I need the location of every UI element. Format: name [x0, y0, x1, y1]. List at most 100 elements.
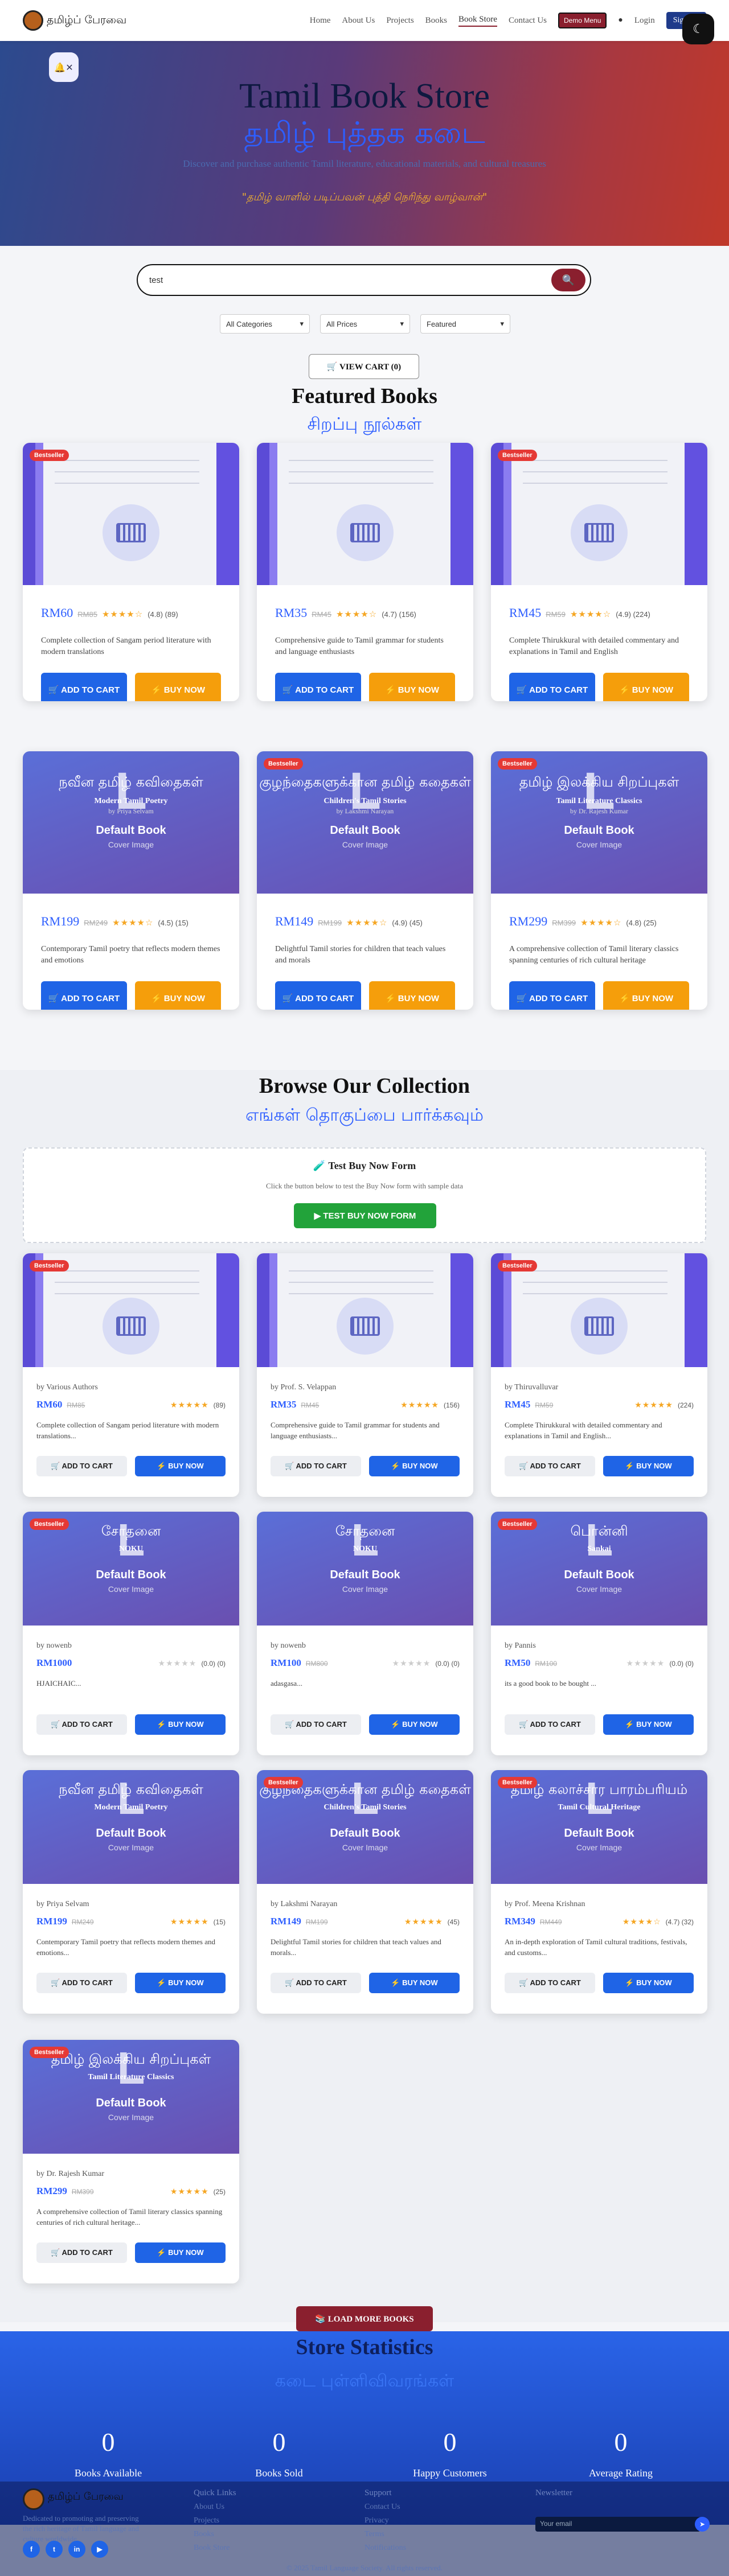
buy-now-button[interactable]: ⚡ BUY NOW: [135, 1714, 226, 1735]
cart-icon[interactable]: ●: [618, 16, 622, 25]
buy-now-button[interactable]: ⚡ BUY NOW: [369, 1973, 460, 1993]
nav-projects[interactable]: Projects: [386, 16, 413, 26]
add-to-cart-button[interactable]: 🛒 ADD TO CART: [505, 1456, 595, 1476]
book-cover[interactable]: L நவீன தமிழ் கவிதைகள் Modern Tamil Poetry b…: [23, 751, 239, 894]
cover-spine: [216, 443, 239, 585]
footer-link[interactable]: Projects: [194, 2514, 236, 2528]
buy-now-button[interactable]: ⚡ BUY NOW: [135, 1456, 226, 1476]
buy-now-button[interactable]: ⚡ BUY NOW: [603, 673, 689, 701]
add-to-cart-button[interactable]: 🛒 ADD TO CART: [36, 1973, 127, 1993]
buy-now-button[interactable]: ⚡ BUY NOW: [603, 1973, 694, 1993]
book-cover[interactable]: Bestseller: [23, 1253, 239, 1367]
add-to-cart-button[interactable]: 🛒 ADD TO CART: [505, 1973, 595, 1993]
add-to-cart-button[interactable]: 🛒 ADD TO CART: [275, 673, 361, 701]
featured-book-card: L நவீன தமிழ் கவிதைகள் Modern Tamil Poetry b…: [23, 751, 239, 1010]
book-cover[interactable]: Bestseller L குழந்தைகளுக்கான தமிழ் கதைகள் C…: [257, 1770, 473, 1884]
book-cover[interactable]: L சோதனை NOKU Default Book Cover Image: [257, 1512, 473, 1626]
book-cover[interactable]: Bestseller L தமிழ் இலக்கிய சிறப்புகள் Tamil…: [491, 751, 707, 894]
nav-contact[interactable]: Contact Us: [509, 16, 547, 26]
newsletter-email-input[interactable]: Your email: [535, 2517, 701, 2532]
add-to-cart-button[interactable]: 🛒 ADD TO CART: [36, 1456, 127, 1476]
buy-now-button[interactable]: ⚡ BUY NOW: [135, 981, 221, 1010]
book-cover[interactable]: Bestseller L குழந்தைகளுக்கான தமிழ் கதைகள் C…: [257, 751, 473, 894]
footer-link[interactable]: Privacy: [364, 2514, 406, 2528]
footer-link[interactable]: Notifications: [364, 2541, 406, 2555]
youtube-icon[interactable]: ▶: [91, 2541, 108, 2558]
nav-home[interactable]: Home: [310, 16, 331, 26]
cover-title-english: NOKU: [353, 1545, 377, 1553]
view-cart-button[interactable]: 🛒 VIEW CART (0): [309, 354, 419, 379]
footer-link[interactable]: Book Store: [194, 2541, 236, 2555]
book-cover[interactable]: [257, 1253, 473, 1367]
nav-book-store[interactable]: Book Store: [458, 15, 497, 27]
book-cover[interactable]: Bestseller: [491, 443, 707, 585]
add-to-cart-button[interactable]: 🛒 ADD TO CART: [509, 981, 595, 1010]
book-cover[interactable]: L நவீன தமிழ் கவிதைகள் Modern Tamil Poetry D…: [23, 1770, 239, 1884]
footer-link[interactable]: Books: [194, 2528, 236, 2541]
stat-happy-customers: 0 Happy Customers: [364, 2427, 535, 2479]
book-cover[interactable]: Bestseller L சோதனை NOKU Default Book Cover Im…: [23, 1512, 239, 1626]
add-to-cart-button[interactable]: 🛒 ADD TO CART: [271, 1714, 361, 1735]
nav-about[interactable]: About Us: [342, 16, 375, 26]
price-select[interactable]: All Prices ▾: [320, 314, 410, 334]
buy-now-button[interactable]: ⚡ BUY NOW: [135, 1973, 226, 1993]
twitter-icon[interactable]: t: [46, 2541, 63, 2558]
buy-now-button[interactable]: ⚡ BUY NOW: [603, 1456, 694, 1476]
buy-now-button[interactable]: ⚡ BUY NOW: [135, 2242, 226, 2263]
buy-now-button[interactable]: ⚡ BUY NOW: [369, 1714, 460, 1735]
book-cover[interactable]: Bestseller: [23, 443, 239, 585]
price: RM349: [505, 1916, 535, 1927]
footer-link[interactable]: Contact Us: [364, 2500, 406, 2514]
add-to-cart-button[interactable]: 🛒 ADD TO CART: [509, 673, 595, 701]
book-cover[interactable]: Bestseller L தமிழ் இலக்கிய சிறப்புகள் Tamil…: [23, 2040, 239, 2154]
buy-now-button[interactable]: ⚡ BUY NOW: [369, 981, 455, 1010]
add-to-cart-button[interactable]: 🛒 ADD TO CART: [36, 1714, 127, 1735]
add-to-cart-button[interactable]: 🛒 ADD TO CART: [271, 1456, 361, 1476]
book-description: Delightful Tamil stories for children th…: [275, 945, 446, 965]
footer-link[interactable]: Terms: [364, 2528, 406, 2541]
add-to-cart-button[interactable]: 🛒 ADD TO CART: [41, 673, 127, 701]
cover-image-label: Cover Image: [108, 1843, 154, 1852]
linkedin-icon[interactable]: in: [68, 2541, 85, 2558]
card-actions: 🛒 ADD TO CART ⚡ BUY NOW: [275, 981, 455, 1010]
nav-login[interactable]: Login: [634, 16, 655, 26]
cover-line: [55, 1293, 199, 1294]
book-icon: [103, 1298, 159, 1355]
sort-select[interactable]: Featured ▾: [420, 314, 510, 334]
cover-spine: [257, 443, 269, 585]
search-input[interactable]: [149, 275, 551, 285]
search-button-icon[interactable]: 🔍: [551, 269, 585, 291]
price-row: RM45 RM59 ★★★★★ (224): [505, 1399, 694, 1410]
site-logo[interactable]: [23, 10, 43, 31]
load-more-button[interactable]: 📚 LOAD MORE BOOKS: [296, 2306, 433, 2331]
book-cover[interactable]: Bestseller L தமிழ் கலாச்சார பாரம்பரியம் Tam…: [491, 1770, 707, 1884]
add-to-cart-button[interactable]: 🛒 ADD TO CART: [41, 981, 127, 1010]
price: RM60: [36, 1399, 63, 1410]
book-author: by nowenb: [271, 1641, 306, 1650]
add-to-cart-button[interactable]: 🛒 ADD TO CART: [271, 1973, 361, 1993]
collection-book-card: Bestseller L பொன்னி Sankai Default Book Cover…: [491, 1512, 707, 1755]
buy-now-button[interactable]: ⚡ BUY NOW: [603, 981, 689, 1010]
demo-menu-button[interactable]: Demo Menu: [558, 13, 607, 28]
buy-now-button[interactable]: ⚡ BUY NOW: [135, 673, 221, 701]
test-buy-now-button[interactable]: ▶ TEST BUY NOW FORM: [294, 1203, 436, 1228]
buy-now-button[interactable]: ⚡ BUY NOW: [369, 1456, 460, 1476]
add-to-cart-button[interactable]: 🛒 ADD TO CART: [275, 981, 361, 1010]
book-cover[interactable]: [257, 443, 473, 585]
category-select[interactable]: All Categories ▾: [220, 314, 310, 334]
footer-link[interactable]: About Us: [194, 2500, 236, 2514]
facebook-icon[interactable]: f: [23, 2541, 40, 2558]
book-cover[interactable]: Bestseller: [491, 1253, 707, 1367]
buy-now-button[interactable]: ⚡ BUY NOW: [603, 1714, 694, 1735]
add-to-cart-button[interactable]: 🛒 ADD TO CART: [505, 1714, 595, 1735]
brand-name[interactable]: தமிழ்ப் பேரவை: [47, 14, 126, 28]
add-to-cart-button[interactable]: 🛒 ADD TO CART: [36, 2242, 127, 2263]
nav-books[interactable]: Books: [425, 16, 447, 26]
theme-toggle-moon-icon[interactable]: ☾: [682, 14, 714, 44]
cover-default-book: Default Book: [96, 1569, 166, 1581]
cover-title-english: Modern Tamil Poetry: [94, 797, 168, 805]
send-icon[interactable]: ➤: [695, 2517, 710, 2532]
book-cover[interactable]: Bestseller L பொன்னி Sankai Default Book Cover…: [491, 1512, 707, 1626]
buy-now-button[interactable]: ⚡ BUY NOW: [369, 673, 455, 701]
cover-title-english: Children's Tamil Stories: [323, 797, 407, 805]
